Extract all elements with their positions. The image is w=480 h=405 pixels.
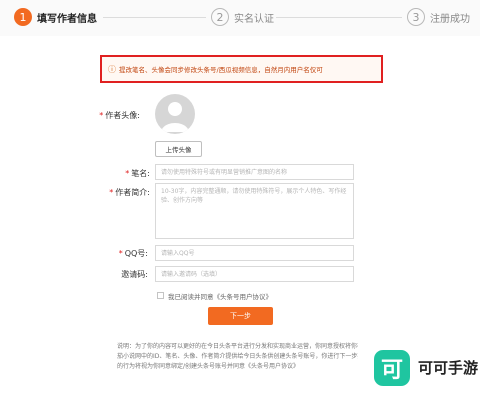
step-bar: 1 填写作者信息 2 实名认证 3 注册成功 [0,0,480,36]
step-done: 3 注册成功 [407,8,470,26]
avatar-placeholder[interactable] [155,94,195,134]
notice-text: 提改笔名、头像会同步修改头条号/西瓜视频信息，自然月内用户名仅可 [119,66,323,74]
step-connector [276,17,402,18]
watermark-name: 可可手游 [418,359,479,377]
step-fill-info: 1 填写作者信息 [14,8,97,26]
upload-avatar-button[interactable]: 上传头像 [155,141,202,157]
avatar-label: * 作者头像: [99,111,140,120]
intro-textarea[interactable]: 10-30字，内容完整通顺，请勿使用特殊符号，展示个人特色、写作经验、创作方向等 [155,183,354,239]
notice-banner: ⓘ 提改笔名、头像会同步修改头条号/西瓜视频信息，自然月内用户名仅可 [100,55,383,83]
step-number: 1 [14,8,32,26]
qq-label: * QQ号: [118,249,148,258]
description-text: 说明：为了你的内容可以更好的在今日头条平台进行分发和实现商业运营，你同意授权将你… [117,343,370,370]
step-number: 2 [211,8,229,26]
step-real-name: 2 实名认证 [211,8,274,26]
step-number: 3 [407,8,425,26]
step-label: 注册成功 [430,13,470,25]
watermark: 可 可可手游 [358,340,480,395]
intro-label: * 作者简介: [109,188,150,197]
agreement-checkbox[interactable] [157,292,164,299]
user-icon [161,102,189,132]
watermark-logo: 可 [374,349,410,386]
qq-input[interactable]: 请输入QQ号 [155,245,354,261]
step-label: 填写作者信息 [37,13,97,25]
agreement-text[interactable]: 我已阅读并同意《头条号用户协议》 [168,291,272,301]
step-label: 实名认证 [234,13,274,25]
invite-label: 邀请码: [121,270,148,279]
info-icon: ⓘ [108,64,116,74]
step-connector [103,17,206,18]
penname-input[interactable]: 请勿使用特殊符号或有明显营销推广意图的名称 [155,164,354,180]
invite-input[interactable]: 请输入邀请码（选填） [155,266,354,282]
next-button[interactable]: 下一步 [208,307,273,325]
penname-label: * 笔名: [125,169,150,178]
